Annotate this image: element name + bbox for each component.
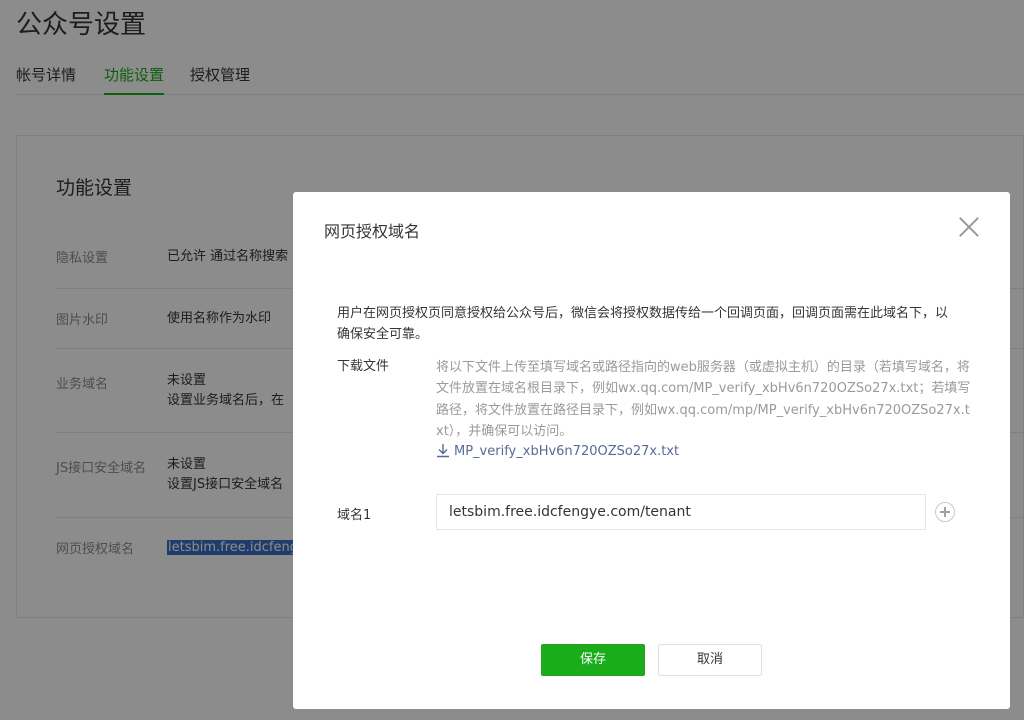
domain-input[interactable] — [436, 494, 926, 530]
download-file-name: MP_verify_xbHv6n720OZSo27x.txt — [454, 444, 680, 459]
save-button[interactable]: 保存 — [541, 644, 645, 676]
domain-label: 域名1 — [337, 508, 372, 523]
cancel-button[interactable]: 取消 — [658, 644, 762, 676]
dialog-title: 网页授权域名 — [324, 222, 421, 241]
download-label: 下载文件 — [337, 359, 390, 374]
settings-page: 公众号设置 帐号详情 功能设置 授权管理 功能设置 隐私设置 已允许 通过名称搜… — [0, 0, 1024, 720]
close-icon[interactable] — [958, 216, 980, 238]
dialog-intro: 用户在网页授权页同意授权给公众号后，微信会将授权数据传给一个回调页面，回调页面需… — [337, 306, 949, 342]
oauth-domain-dialog: 网页授权域名 用户在网页授权页同意授权给公众号后，微信会将授权数据传给一个回调页… — [293, 192, 1010, 709]
download-description: 将以下文件上传至填写域名或路径指向的web服务器（或虚拟主机）的目录（若填写域名… — [436, 360, 971, 439]
download-icon — [437, 444, 449, 458]
download-file-link[interactable]: MP_verify_xbHv6n720OZSo27x.txt — [436, 443, 679, 459]
add-domain-icon[interactable] — [935, 502, 955, 522]
